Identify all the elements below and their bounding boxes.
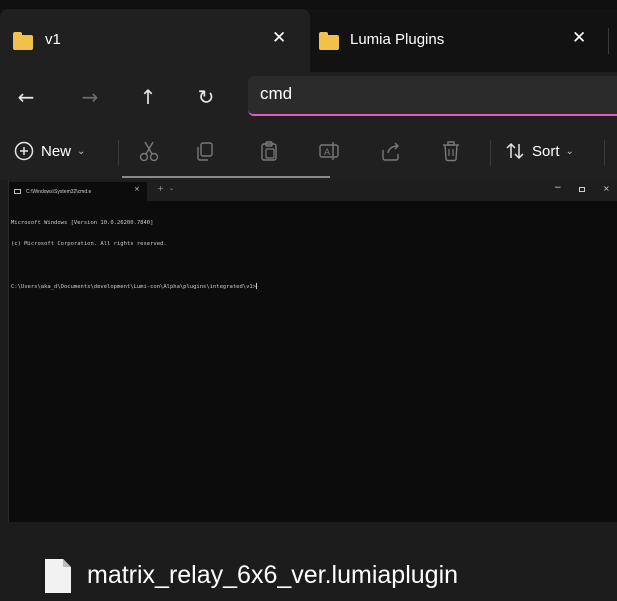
folder-icon	[319, 32, 339, 50]
cmd-tab-title: C:\Windows\System32\cmd.e	[26, 188, 92, 195]
up-button[interactable]: ↑	[128, 72, 168, 122]
console-prompt-line: C:\Users\aka_d\Documents\development\Lum…	[11, 283, 258, 290]
new-tab-button[interactable]: +	[157, 184, 164, 193]
rename-button[interactable]: A	[318, 122, 340, 180]
divider	[118, 140, 119, 166]
tab-separator	[608, 28, 609, 54]
refresh-button[interactable]: ↻	[186, 72, 226, 122]
tab-label: Lumia Plugins	[350, 31, 445, 48]
cut-icon	[139, 141, 159, 162]
chevron-down-icon: ⌄	[565, 145, 574, 157]
screen: v1 ✕ Lumia Plugins ✕ ← → ↑ ↻ cmd New ⌄ A…	[0, 0, 617, 601]
paste-icon	[261, 141, 277, 161]
cut-button[interactable]	[138, 122, 160, 180]
console-prompt: C:\Users\aka_d\Documents\development\Lum…	[11, 284, 257, 290]
close-button[interactable]: ×	[603, 184, 610, 193]
close-icon[interactable]: ✕	[272, 28, 286, 48]
tab-v1[interactable]: v1 ✕	[0, 9, 310, 72]
tab-label: v1	[45, 31, 61, 48]
file-icon-fold	[63, 559, 71, 567]
address-bar[interactable]: cmd	[248, 76, 617, 116]
delete-icon	[443, 141, 459, 162]
terminal-icon	[14, 189, 21, 194]
svg-text:A: A	[324, 148, 331, 158]
divider	[604, 140, 605, 166]
cmd-window[interactable]: C:\Windows\System32\cmd.e × + ⌄ − × Micr…	[8, 180, 617, 522]
console-output[interactable]: Microsoft Windows [Version 10.0.26200.78…	[11, 206, 258, 304]
copy-icon	[197, 142, 213, 161]
cmd-tab[interactable]: C:\Windows\System32\cmd.e ×	[9, 182, 147, 201]
command-bar: New ⌄ A Sort ⌄	[0, 122, 617, 180]
divider	[490, 140, 491, 166]
forward-button[interactable]: →	[70, 72, 110, 122]
minimize-button[interactable]: −	[554, 183, 562, 193]
new-label: New	[41, 142, 72, 160]
share-button[interactable]	[380, 122, 402, 180]
sort-button[interactable]: Sort ⌄	[505, 122, 574, 180]
top-edge	[0, 0, 617, 9]
text-cursor	[256, 283, 258, 289]
rename-icon: A	[319, 142, 339, 160]
new-button[interactable]: New ⌄	[14, 122, 85, 180]
close-icon[interactable]: ✕	[572, 28, 586, 48]
plus-circle-icon	[14, 141, 34, 161]
tab-lumia-plugins[interactable]: Lumia Plugins ✕	[310, 9, 608, 72]
dragged-file-name[interactable]: matrix_relay_6x6_ver.lumiaplugin	[87, 561, 458, 590]
commandbar-underline	[122, 176, 330, 178]
sort-icon	[506, 142, 524, 160]
address-input[interactable]: cmd	[260, 84, 292, 104]
share-icon	[382, 142, 399, 161]
close-icon[interactable]: ×	[134, 185, 140, 193]
maximize-button[interactable]	[579, 187, 585, 192]
console-line: (c) Microsoft Corporation. All rights re…	[11, 241, 167, 247]
drag-preview-area: matrix_relay_6x6_ver.lumiaplugin	[0, 522, 617, 601]
chevron-down-icon[interactable]: ⌄	[169, 185, 174, 192]
navigation-bar: ← → ↑ ↻ cmd	[0, 72, 617, 122]
tab-strip: v1 ✕ Lumia Plugins ✕	[0, 0, 617, 72]
folder-icon	[13, 32, 33, 50]
console-line: Microsoft Windows [Version 10.0.26200.78…	[11, 220, 154, 226]
copy-button[interactable]	[194, 122, 216, 180]
cmd-titlebar[interactable]: C:\Windows\System32\cmd.e × + ⌄ − ×	[9, 180, 617, 201]
sort-label: Sort	[532, 142, 560, 160]
delete-button[interactable]	[440, 122, 462, 180]
chevron-down-icon: ⌄	[77, 145, 86, 157]
back-button[interactable]: ←	[6, 72, 46, 122]
paste-button[interactable]	[258, 122, 280, 180]
